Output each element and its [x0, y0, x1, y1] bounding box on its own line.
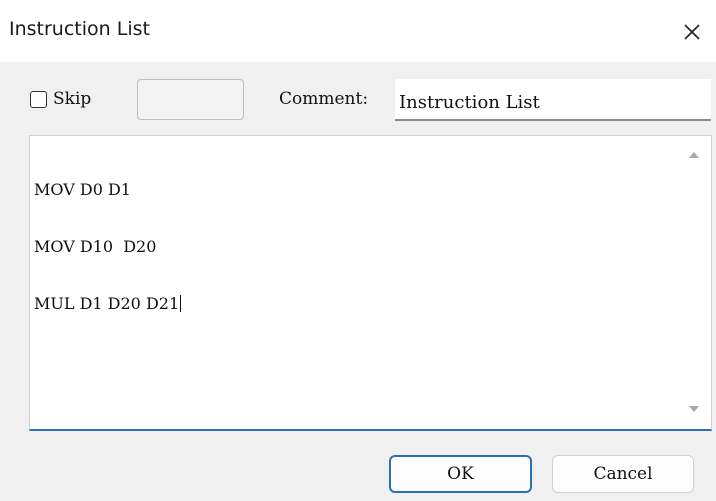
- comment-label: Comment:: [279, 89, 369, 109]
- comment-input[interactable]: [395, 79, 711, 121]
- close-icon[interactable]: [680, 20, 704, 44]
- instruction-line: MOV D10 D20: [34, 237, 157, 256]
- cancel-button[interactable]: Cancel: [552, 455, 694, 493]
- instruction-list-dialog: Instruction List Skip Comment: MOV D0 D1…: [0, 0, 716, 501]
- title-bar: Instruction List: [0, 0, 716, 62]
- skip-value-field: [137, 79, 244, 120]
- scroll-down-icon[interactable]: [686, 402, 702, 416]
- instruction-text[interactable]: MOV D0 D1 MOV D10 D20 MUL D1 D20 D21: [34, 142, 674, 351]
- dialog-title: Instruction List: [9, 18, 150, 40]
- instruction-line: MOV D0 D1: [34, 180, 131, 199]
- skip-label: Skip: [53, 89, 92, 109]
- scroll-up-icon[interactable]: [686, 148, 702, 162]
- skip-checkbox[interactable]: [30, 90, 47, 108]
- instruction-editor[interactable]: MOV D0 D1 MOV D10 D20 MUL D1 D20 D21: [29, 135, 712, 431]
- skip-control[interactable]: Skip: [30, 86, 91, 112]
- ok-button[interactable]: OK: [389, 455, 532, 493]
- text-caret: [180, 295, 182, 312]
- instruction-line: MUL D1 D20 D21: [34, 294, 182, 313]
